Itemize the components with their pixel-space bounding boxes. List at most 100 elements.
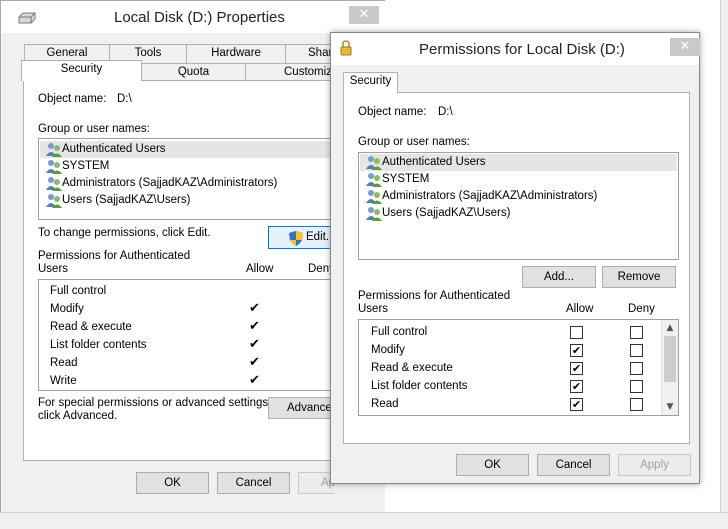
perm-modify: Modify	[371, 344, 405, 356]
edit-button[interactable]: Edit...	[268, 226, 335, 249]
perm-header-line1: Permissions for Authenticated	[358, 290, 511, 302]
user-name: Administrators (SajjadKAZ\Administrators…	[382, 190, 598, 202]
perm-write: Write	[50, 375, 77, 387]
object-name-value: D:\	[438, 106, 453, 118]
permissions-list[interactable]: Full control Modify ✔ Read & execute ✔ L…	[358, 319, 679, 416]
permissions-cancel-button[interactable]: Cancel	[537, 454, 610, 476]
allow-list-folder-checkbox[interactable]: ✔	[570, 380, 583, 393]
scrollbar-thumb[interactable]	[664, 336, 676, 382]
users-icon	[366, 207, 382, 221]
users-icon	[366, 190, 382, 204]
properties-cancel-button[interactable]: Cancel	[217, 472, 290, 494]
window-bottom-edge	[0, 512, 728, 529]
permissions-window: Permissions for Local Disk (D:) ✕ Securi…	[330, 32, 700, 484]
allow-read-execute-check: ✔	[249, 319, 260, 334]
users-icon	[366, 156, 382, 170]
allow-list-folder-check: ✔	[249, 337, 260, 352]
tab-security[interactable]: Security	[21, 60, 142, 81]
list-item[interactable]: Administrators (SajjadKAZ\Administrators…	[43, 175, 277, 192]
allow-modify-check: ✔	[249, 301, 260, 316]
list-item[interactable]: Administrators (SajjadKAZ\Administrators…	[363, 188, 597, 205]
list-item[interactable]: Users (SajjadKAZ\Users)	[43, 192, 190, 209]
user-list[interactable]: Authenticated Users SYSTEM Administrator…	[38, 138, 335, 220]
add-button[interactable]: Add...	[522, 266, 596, 288]
user-name: SYSTEM	[62, 160, 110, 172]
perm-modify: Modify	[50, 303, 84, 315]
user-name: SYSTEM	[382, 173, 430, 185]
advanced-button[interactable]: Advance	[268, 397, 335, 419]
drive-icon	[18, 12, 36, 24]
permissions-titlebar[interactable]: Permissions for Local Disk (D:) ✕	[331, 33, 700, 65]
deny-list-folder-checkbox[interactable]	[630, 380, 643, 393]
special-permissions-line1: For special permissions or advanced sett…	[38, 397, 272, 409]
window-edge	[720, 0, 728, 529]
list-item[interactable]: Authenticated Users	[360, 154, 677, 171]
allow-read-checkbox[interactable]: ✔	[570, 398, 583, 411]
deny-column-header: Deny	[628, 303, 655, 315]
user-name: Authenticated Users	[62, 143, 166, 155]
user-name: Authenticated Users	[382, 156, 486, 168]
properties-titlebar[interactable]: Local Disk (D:) Properties ✕	[1, 1, 385, 33]
allow-read-execute-checkbox[interactable]: ✔	[570, 362, 583, 375]
user-name: Users (SajjadKAZ\Users)	[382, 207, 511, 219]
object-name-label: Object name:	[358, 106, 427, 118]
special-permissions-line2: click Advanced.	[38, 410, 118, 422]
users-icon	[46, 194, 62, 208]
perm-header-line1: Permissions for Authenticated	[38, 250, 191, 262]
deny-modify-checkbox[interactable]	[630, 344, 643, 357]
deny-write-checkbox-partial[interactable]	[630, 415, 643, 416]
object-name-label: Object name:	[38, 93, 107, 105]
perm-list-folder: List folder contents	[371, 380, 468, 392]
uac-shield-icon	[289, 231, 303, 246]
permissions-close-button[interactable]: ✕	[670, 38, 700, 56]
perm-read-execute: Read & execute	[371, 362, 453, 374]
deny-full-control-checkbox[interactable]	[630, 326, 643, 339]
permissions-ok-button[interactable]: OK	[456, 454, 529, 476]
allow-modify-checkbox[interactable]: ✔	[570, 344, 583, 357]
perm-read-execute: Read & execute	[50, 321, 132, 333]
permissions-scrollbar[interactable]: ▲ ▼	[661, 320, 678, 415]
allow-column-header: Allow	[246, 263, 274, 275]
perm-read: Read	[371, 398, 399, 410]
deny-read-execute-checkbox[interactable]	[630, 362, 643, 375]
tab-security[interactable]: Security	[343, 72, 398, 93]
folder-lock-icon	[340, 40, 352, 56]
properties-ok-button[interactable]: OK	[136, 472, 209, 494]
group-user-label: Group or user names:	[38, 123, 150, 135]
perm-full-control: Full control	[371, 326, 428, 338]
permissions-list: Full control Modify ✔ Read & execute ✔ L…	[38, 279, 335, 391]
user-list[interactable]: Authenticated Users SYSTEM Administrator…	[358, 152, 679, 260]
permissions-title: Permissions for Local Disk (D:)	[419, 41, 625, 58]
scroll-down-arrow-icon[interactable]: ▼	[662, 400, 678, 414]
user-name: Users (SajjadKAZ\Users)	[62, 194, 191, 206]
users-icon	[46, 177, 62, 191]
perm-full-control: Full control	[50, 285, 107, 297]
tab-hardware[interactable]: Hardware	[186, 44, 286, 63]
perm-read: Read	[50, 357, 78, 369]
remove-button[interactable]: Remove	[602, 266, 676, 288]
list-item[interactable]: Authenticated Users	[40, 141, 334, 158]
perm-header-line2: Users	[358, 303, 389, 315]
list-item[interactable]: SYSTEM	[43, 158, 109, 175]
properties-title: Local Disk (D:) Properties	[114, 9, 285, 26]
perm-list-folder: List folder contents	[50, 339, 147, 351]
users-icon	[46, 160, 62, 174]
list-item[interactable]: Users (SajjadKAZ\Users)	[363, 205, 510, 222]
deny-read-checkbox[interactable]	[630, 398, 643, 411]
user-name: Administrators (SajjadKAZ\Administrators…	[62, 177, 278, 189]
allow-full-control-checkbox[interactable]	[570, 326, 583, 339]
tab-sharing[interactable]: Shar	[285, 44, 335, 63]
users-icon	[366, 173, 382, 187]
allow-write-checkbox-partial[interactable]	[570, 415, 583, 416]
scroll-up-arrow-icon[interactable]: ▲	[662, 321, 678, 335]
perm-header-line2: Users	[38, 263, 69, 275]
properties-window: Local Disk (D:) Properties ✕ General Too…	[0, 0, 385, 529]
change-permissions-text: To change permissions, click Edit.	[38, 227, 211, 239]
allow-read-check: ✔	[249, 355, 260, 370]
properties-close-button[interactable]: ✕	[349, 6, 379, 24]
permissions-apply-button[interactable]: Apply	[618, 454, 691, 476]
allow-column-header: Allow	[566, 303, 594, 315]
list-item[interactable]: SYSTEM	[363, 171, 429, 188]
object-name-value: D:\	[117, 93, 132, 105]
users-icon	[46, 143, 62, 157]
